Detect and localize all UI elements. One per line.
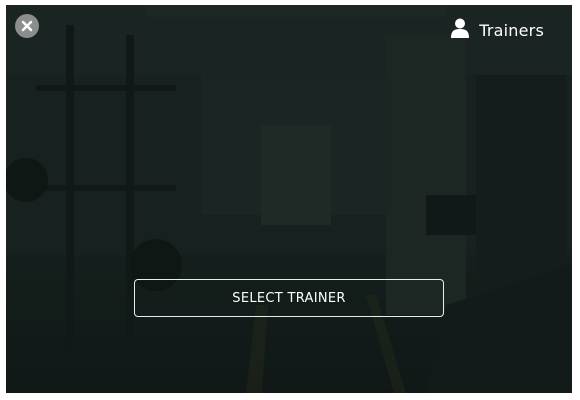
user-icon <box>451 18 470 42</box>
trainers-link[interactable]: Trainers <box>451 18 544 42</box>
close-icon <box>21 17 33 36</box>
close-button[interactable] <box>15 14 39 38</box>
trainers-label: Trainers <box>479 20 544 40</box>
dim-overlay <box>6 5 572 393</box>
select-trainer-button[interactable]: SELECT TRAINER <box>134 279 444 317</box>
select-trainer-label: SELECT TRAINER <box>232 290 346 306</box>
trainer-screen: Trainers SELECT TRAINER <box>6 5 572 393</box>
